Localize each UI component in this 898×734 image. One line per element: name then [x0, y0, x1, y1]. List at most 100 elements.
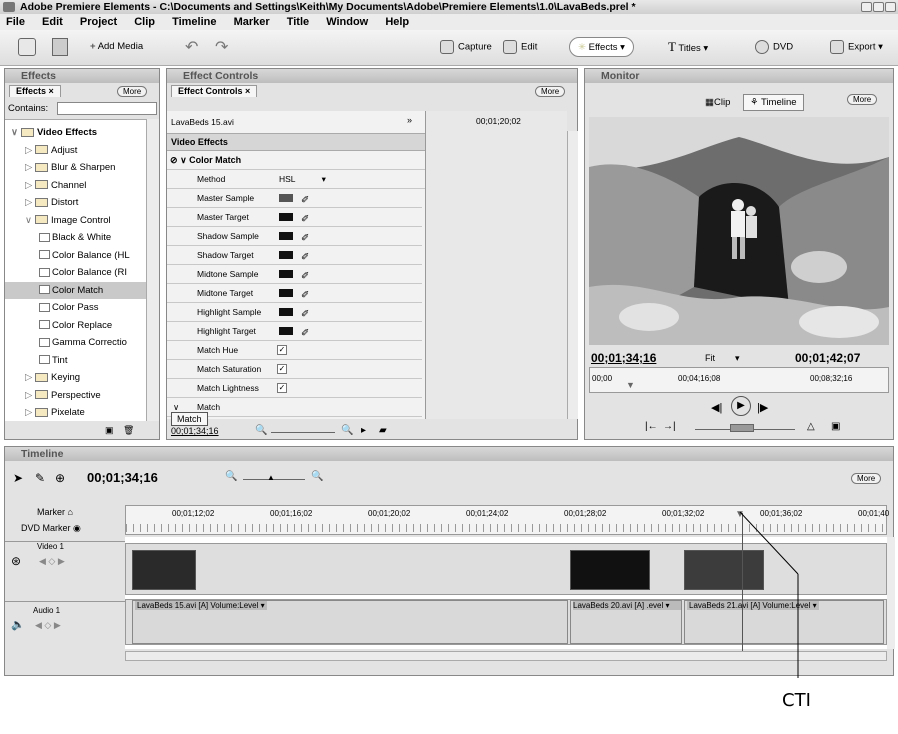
effect-tree-item[interactable]: ▷ Distort	[5, 194, 146, 212]
tree-arrow-icon[interactable]: ▷	[25, 387, 35, 405]
effects-scrollbar[interactable]	[146, 119, 159, 421]
save-icon[interactable]	[52, 38, 68, 56]
new-project-icon[interactable]	[18, 38, 36, 56]
tree-arrow-icon[interactable]: ▷	[25, 404, 35, 421]
tree-arrow-icon[interactable]: ▷	[25, 142, 35, 160]
effect-tree-item[interactable]: ▷ Adjust	[5, 142, 146, 160]
ec-zoom-slider[interactable]	[271, 432, 335, 433]
clip-tab[interactable]: ▦Clip	[705, 97, 730, 108]
export-button[interactable]: Export ▾	[830, 40, 883, 55]
capture-button[interactable]: Capture	[440, 40, 492, 55]
color-swatch[interactable]	[279, 270, 293, 278]
fit-dropdown[interactable]: Fit ▾	[705, 353, 740, 364]
maximize-icon[interactable]	[873, 2, 884, 12]
checkbox[interactable]: ✓	[277, 345, 287, 355]
ec-scrollbar[interactable]	[567, 131, 578, 419]
color-swatch[interactable]	[279, 289, 293, 297]
color-match-header[interactable]: ⊘ ∨ Color Match	[167, 151, 425, 170]
edit-button[interactable]: Edit	[503, 40, 537, 55]
go-to-in-icon[interactable]: |←	[645, 421, 658, 432]
effect-tree-item[interactable]: Tint	[5, 352, 146, 370]
effect-toggle-icon[interactable]: ⊘	[170, 155, 178, 165]
add-marker-icon[interactable]: ⊕	[55, 471, 65, 485]
titles-button[interactable]: T Titles ▾	[668, 40, 708, 56]
go-to-out-icon[interactable]: →|	[663, 421, 676, 432]
tree-arrow-icon[interactable]: ▷	[25, 177, 35, 195]
minimize-icon[interactable]	[861, 2, 872, 12]
timeline-vscroll[interactable]	[887, 537, 895, 649]
checkbox[interactable]: ✓	[277, 383, 287, 393]
select-tool-icon[interactable]: ➤	[13, 471, 23, 485]
effect-tree-item[interactable]: Color Match	[5, 281, 146, 299]
tree-arrow-icon[interactable]: ∨	[11, 124, 21, 142]
audio-clip-2[interactable]: LavaBeds 20.avi [A] .evel ▾	[570, 600, 682, 644]
effect-tree-item[interactable]: ▷ Keying	[5, 369, 146, 387]
safe-margins-icon[interactable]: ▣	[831, 421, 840, 432]
color-swatch[interactable]	[279, 308, 293, 316]
color-swatch[interactable]	[279, 213, 293, 221]
method-dropdown[interactable]: HSL ▾	[279, 170, 326, 189]
effect-tree-item[interactable]: Black & White	[5, 229, 146, 247]
collapse-icon[interactable]: »	[407, 115, 412, 125]
effect-tree-item[interactable]: Color Balance (HL	[5, 247, 146, 265]
menu-timeline[interactable]: Timeline	[172, 16, 216, 28]
timeline-tab[interactable]: ⚘ Timeline	[743, 94, 804, 111]
loop-icon[interactable]: ▰	[379, 425, 387, 436]
menu-window[interactable]: Window	[326, 16, 368, 28]
volume-icon[interactable]: △	[807, 421, 815, 432]
contains-input[interactable]	[57, 102, 157, 115]
tree-arrow-icon[interactable]: ▷	[25, 369, 35, 387]
monitor-current-time[interactable]: 00;01;34;16	[591, 351, 656, 365]
audio-clip-1[interactable]: LavaBeds 15.avi [A] Volume:Level ▾	[132, 600, 568, 644]
effects-more-button[interactable]: More	[117, 86, 148, 97]
menu-file[interactable]: File	[6, 16, 25, 28]
effect-tree-item[interactable]: Color Balance (RI	[5, 264, 146, 282]
speaker-icon[interactable]: 🔈	[11, 618, 25, 631]
razor-tool-icon[interactable]: ✎	[35, 471, 45, 485]
monitor-cti-icon[interactable]: ▼	[626, 380, 635, 390]
video-toggle-icon[interactable]: ⊛	[11, 554, 21, 568]
timeline-zoom-in-icon[interactable]: 🔍	[311, 471, 323, 482]
zoom-out-icon[interactable]: 🔍	[255, 425, 267, 436]
checkbox[interactable]: ✓	[277, 364, 287, 374]
effect-tree-item[interactable]: ▷ Perspective	[5, 387, 146, 405]
timeline-zoom-handle[interactable]: ▲	[267, 473, 275, 482]
color-swatch[interactable]	[279, 194, 293, 202]
expand-icon[interactable]: ∨	[180, 155, 187, 165]
menu-edit[interactable]: Edit	[42, 16, 63, 28]
tab-effects[interactable]: Effects ×	[9, 85, 61, 97]
zoom-in-icon[interactable]: 🔍	[341, 425, 353, 436]
color-swatch[interactable]	[279, 232, 293, 240]
menu-help[interactable]: Help	[385, 16, 409, 28]
tab-effect-controls[interactable]: Effect Controls ×	[171, 85, 258, 97]
match-button[interactable]: Match	[171, 412, 208, 426]
play-audio-icon[interactable]: ▸	[361, 425, 366, 436]
close-icon[interactable]	[885, 2, 896, 12]
timeline-zoom-out-icon[interactable]: 🔍	[225, 471, 237, 482]
menu-marker[interactable]: Marker	[234, 16, 270, 28]
dvd-marker-icon[interactable]: ◉	[73, 523, 81, 533]
step-forward-icon[interactable]: |▶	[757, 401, 768, 414]
video-clip-2[interactable]	[570, 550, 650, 590]
color-swatch[interactable]	[279, 251, 293, 259]
ec-bottom-timecode[interactable]: 00;01;34;16	[171, 426, 219, 436]
menu-clip[interactable]: Clip	[134, 16, 155, 28]
effect-tree-item[interactable]: ▷ Channel	[5, 177, 146, 195]
delete-icon[interactable]: 🗑	[123, 425, 134, 436]
effect-tree-item[interactable]: Gamma Correctio	[5, 334, 146, 352]
effect-tree-item[interactable]: ▷ Blur & Sharpen	[5, 159, 146, 177]
video-keyframe-nav[interactable]: ◀ ◇ ▶	[39, 556, 65, 567]
undo-icon[interactable]: ↶	[185, 37, 198, 57]
effect-tree-item[interactable]: ∨ Video Effects	[5, 124, 146, 142]
effects-button[interactable]: ✳ Effects ▾	[569, 37, 634, 57]
effect-tree-item[interactable]: Color Pass	[5, 299, 146, 317]
effect-controls-more-button[interactable]: More	[535, 86, 566, 97]
menu-project[interactable]: Project	[80, 16, 117, 28]
monitor-more-button[interactable]: More	[847, 94, 878, 105]
marker-icon[interactable]: ⌂	[68, 507, 73, 517]
tree-arrow-icon[interactable]: ∨	[25, 212, 35, 230]
add-media-button[interactable]: + Add Media	[90, 40, 143, 54]
menu-title[interactable]: Title	[287, 16, 309, 28]
monitor-time-ruler[interactable]: 00;00 00;04;16;08 00;08;32;16 ▼	[589, 367, 889, 393]
effect-tree-item[interactable]: ∨ Image Control	[5, 212, 146, 230]
